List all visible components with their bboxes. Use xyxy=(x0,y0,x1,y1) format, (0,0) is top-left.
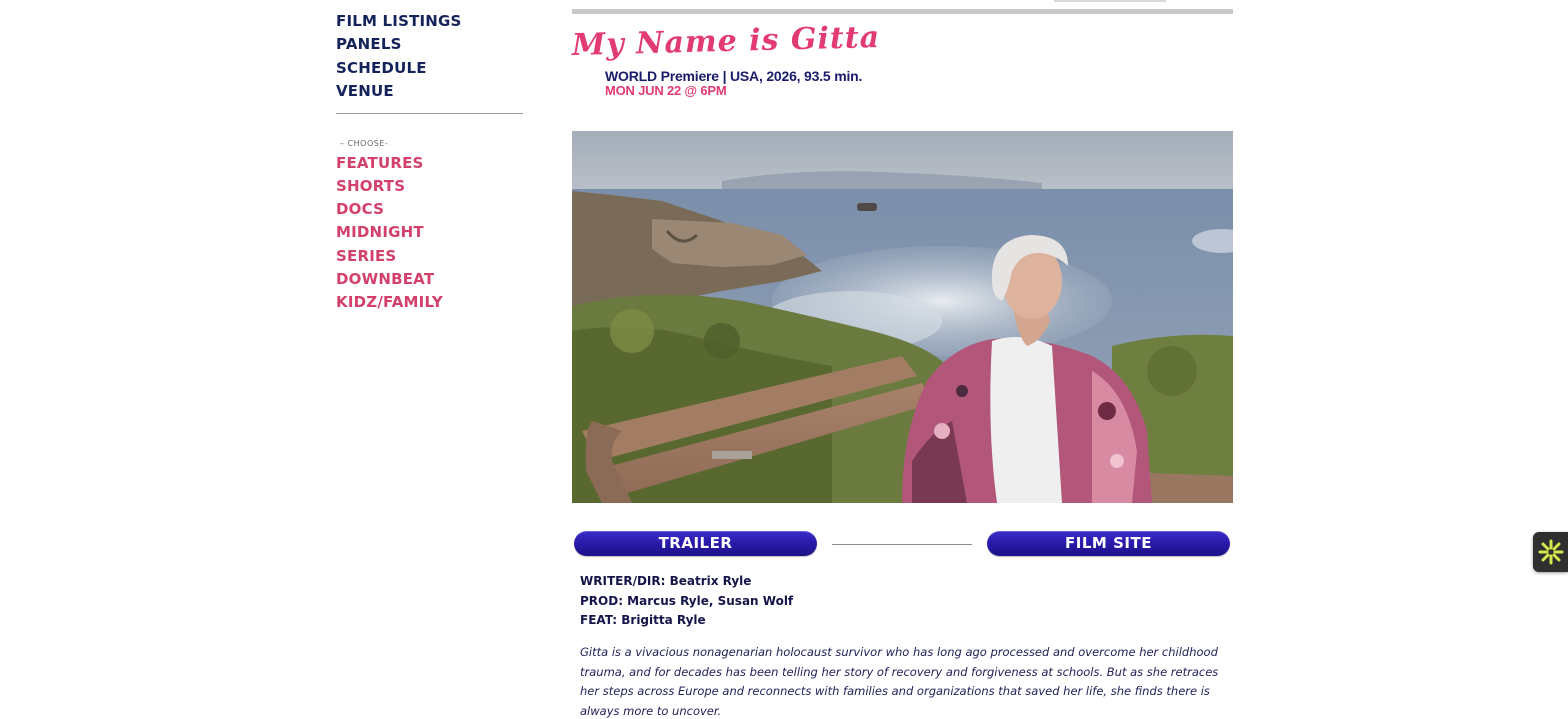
asterisk-burst-icon xyxy=(1538,539,1563,565)
category-downbeat[interactable]: DOWNBEAT xyxy=(336,268,524,291)
floating-widget-button[interactable] xyxy=(1533,532,1568,572)
main-nav: FILM LISTINGS PANELS SCHEDULE VENUE xyxy=(336,10,524,104)
top-fragment xyxy=(1054,0,1166,2)
sidebar-divider xyxy=(336,112,523,114)
film-title: My Name is Gitta xyxy=(571,19,881,63)
credits: WRITER/DIR: Beatrix Ryle PROD: Marcus Ry… xyxy=(580,572,793,631)
credit-featuring: FEAT: Brigitta Ryle xyxy=(580,613,706,628)
category-kidz-family[interactable]: KIDZ/FAMILY xyxy=(336,291,524,314)
credit-writer-director: WRITER/DIR: Beatrix Ryle xyxy=(580,574,752,588)
nav-panels[interactable]: PANELS xyxy=(336,33,524,56)
nav-schedule[interactable]: SCHEDULE xyxy=(336,57,524,80)
category-docs[interactable]: DOCS xyxy=(336,198,524,221)
premiere-info: WORLD Premiere | USA, 2026, 93.5 min. xyxy=(605,68,863,84)
sidebar: FILM LISTINGS PANELS SCHEDULE VENUE – CH… xyxy=(336,10,524,315)
choose-label: – CHOOSE- xyxy=(340,138,389,148)
trailer-button[interactable]: TRAILER xyxy=(574,531,817,556)
credit-producers: PROD: Marcus Ryle, Susan Wolf xyxy=(580,593,794,608)
showtime: MON JUN 22 @ 6PM xyxy=(605,83,727,98)
nav-film-listings[interactable]: FILM LISTINGS xyxy=(336,10,524,33)
category-shorts[interactable]: SHORTS xyxy=(336,175,524,198)
category-nav: FEATURES SHORTS DOCS MIDNIGHT SERIES DOW… xyxy=(336,152,524,315)
film-still-scene xyxy=(572,131,1233,503)
button-divider xyxy=(832,544,972,545)
synopsis: Gitta is a vivacious nonagenarian holoca… xyxy=(580,645,1219,718)
category-series[interactable]: SERIES xyxy=(336,245,524,268)
page: FILM LISTINGS PANELS SCHEDULE VENUE – CH… xyxy=(0,0,1568,719)
film-still-image xyxy=(572,131,1233,503)
film-site-button[interactable]: FILM SITE xyxy=(987,531,1230,556)
category-features[interactable]: FEATURES xyxy=(336,152,524,175)
nav-venue[interactable]: VENUE xyxy=(336,80,524,103)
top-rule xyxy=(572,9,1233,14)
category-midnight[interactable]: MIDNIGHT xyxy=(336,221,524,244)
